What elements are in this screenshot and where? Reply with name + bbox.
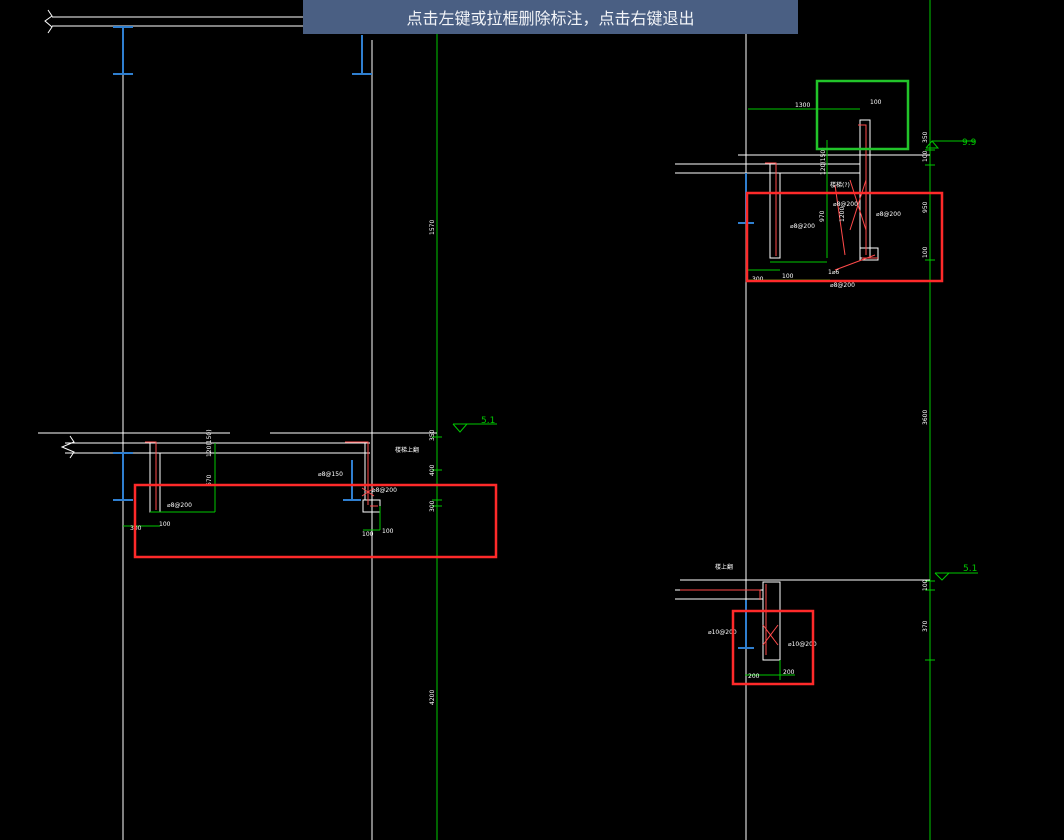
- dim-3600: 3600: [922, 410, 929, 425]
- right-top-slab: [675, 119, 930, 261]
- dim-1570: 1570: [429, 220, 436, 235]
- svg-text:100: 100: [870, 99, 882, 106]
- svg-text:120(150): 120(150): [820, 147, 827, 175]
- top-columns: [113, 26, 372, 75]
- svg-text:⌀8@200: ⌀8@200: [372, 487, 397, 494]
- level-label-lower-right: 5.1: [963, 564, 977, 574]
- right-lower-labels: 楼上翻 ⌀10@200 ⌀10@200 200 200: [708, 563, 817, 680]
- right-lower-columns: [738, 600, 754, 649]
- svg-text:100: 100: [159, 521, 171, 528]
- svg-text:楼上翻: 楼上翻: [715, 563, 733, 571]
- level-labels: 9.9 5.1 5.1: [481, 138, 977, 574]
- level-markers: [452, 140, 978, 581]
- svg-text:楼梯上翻: 楼梯上翻: [395, 446, 419, 454]
- left-detail-labels: 120(150) 670 ⌀8@200 100 300 ⌀8@150 ⌀8@20…: [130, 429, 419, 538]
- svg-text:970: 970: [819, 210, 826, 222]
- dim-l100: 100: [922, 579, 929, 591]
- right-top-dims: [748, 108, 860, 281]
- highlight-box[interactable]: [815, 79, 910, 151]
- cad-canvas[interactable]: 9.9 5.1 5.1 1570 4200 3600 350 400 300 3…: [0, 0, 1064, 840]
- level-label-top-right: 9.9: [962, 138, 977, 148]
- left-slab: [38, 432, 437, 513]
- svg-text:1300: 1300: [795, 102, 810, 109]
- dim-r350: 350: [922, 131, 929, 143]
- dim-350: 350: [429, 429, 436, 441]
- svg-text:1⌀6: 1⌀6: [828, 269, 839, 276]
- left-dims: [123, 443, 381, 531]
- svg-text:100: 100: [362, 531, 374, 538]
- hint-banner: 点击左键或拉框删除标注，点击右键退出: [303, 0, 798, 34]
- svg-text:200: 200: [748, 673, 760, 680]
- top-slab: [44, 9, 305, 34]
- svg-text:⌀8@150: ⌀8@150: [318, 471, 343, 478]
- dim-400: 400: [429, 464, 436, 476]
- svg-text:⌀8@200: ⌀8@200: [830, 282, 855, 289]
- dim-4200: 4200: [429, 690, 436, 705]
- svg-text:120(150): 120(150): [206, 429, 213, 457]
- dim-r950: 950: [922, 201, 929, 213]
- selection-box-left[interactable]: [133, 483, 498, 559]
- svg-text:⌀8@200: ⌀8@200: [167, 502, 192, 509]
- level-label-mid-left: 5.1: [481, 416, 495, 426]
- axis-lines: [122, 0, 747, 840]
- hint-text: 点击左键或拉框删除标注，点击右键退出: [406, 9, 695, 28]
- svg-text:100: 100: [782, 273, 794, 280]
- right-lower-slab: [675, 579, 930, 661]
- dim-r100: 100: [922, 150, 929, 162]
- svg-text:200: 200: [783, 669, 795, 676]
- svg-text:楼梯(?): 楼梯(?): [830, 181, 850, 189]
- dim-l370: 370: [922, 620, 929, 632]
- dim-300: 300: [429, 500, 436, 512]
- dim-r100b: 100: [922, 246, 929, 258]
- svg-text:⌀8@200: ⌀8@200: [790, 223, 815, 230]
- svg-text:⌀8@200: ⌀8@200: [876, 211, 901, 218]
- svg-text:100: 100: [382, 528, 394, 535]
- svg-text:1200: 1200: [839, 207, 846, 222]
